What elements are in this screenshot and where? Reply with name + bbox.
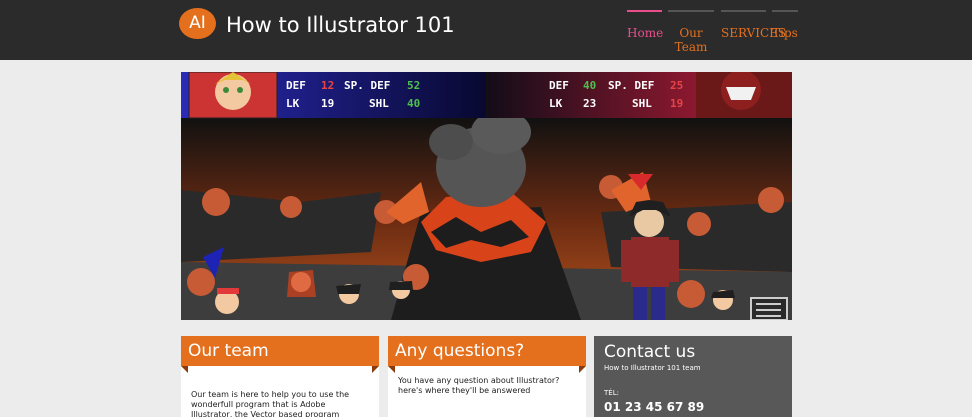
contact-panel: Contact us How to Illustrator 101 team T… <box>594 336 792 417</box>
phone-label: TÉL: <box>604 389 619 397</box>
right-stat-def-label: DEF <box>549 79 569 92</box>
nav-services[interactable]: SERVICES <box>721 10 786 50</box>
left-stat-shl-label: SHL <box>369 97 389 110</box>
top-bar: AI How to Illustrator 101 Home Our Team … <box>0 0 972 60</box>
left-stat-lk-label: LK <box>286 97 300 110</box>
left-stat-lk-value: 19 <box>321 97 334 110</box>
ai-logo[interactable]: AI <box>179 8 216 39</box>
right-stat-shl-value: 19 <box>670 97 683 110</box>
game-battle-illustration: DEF 12 SP. DEF 52 LK 19 SHL 40 DEF 40 SP… <box>181 72 792 320</box>
right-stat-shl-label: SHL <box>632 97 652 110</box>
site-title[interactable]: How to Illustrator 101 <box>226 12 455 38</box>
our-team-text: Our team is here to help you to use the … <box>191 390 350 417</box>
left-stat-def-label: DEF <box>286 79 306 92</box>
questions-heading: Any questions? <box>388 336 586 373</box>
phone-number[interactable]: 01 23 45 67 89 <box>604 400 782 414</box>
left-stat-spdef-label: SP. DEF <box>344 79 390 92</box>
contact-title: Contact us <box>604 342 696 362</box>
questions-text: You have any question about Illustrator?… <box>398 376 560 395</box>
left-stat-spdef-value: 52 <box>407 79 420 92</box>
right-stat-lk-value: 23 <box>583 97 596 110</box>
right-stat-spdef-label: SP. DEF <box>608 79 654 92</box>
right-stat-lk-label: LK <box>549 97 563 110</box>
left-stat-def-value: 12 <box>321 79 334 92</box>
hero-banner-image: DEF 12 SP. DEF 52 LK 19 SHL 40 DEF 40 SP… <box>181 72 792 320</box>
right-stat-spdef-value: 25 <box>670 79 683 92</box>
our-team-card: Our team Our team is here to help you to… <box>181 336 379 417</box>
nav-tips[interactable]: Tips <box>772 10 798 50</box>
nav-home[interactable]: Home <box>627 10 663 50</box>
questions-card: Any questions? You have any question abo… <box>388 336 586 417</box>
right-stat-def-value: 40 <box>583 79 596 92</box>
contact-subtitle: How to Illustrator 101 team <box>604 364 701 372</box>
nav-our-team[interactable]: Our Team <box>668 10 714 54</box>
our-team-heading: Our team <box>181 336 379 373</box>
left-stat-shl-value: 40 <box>407 97 420 110</box>
